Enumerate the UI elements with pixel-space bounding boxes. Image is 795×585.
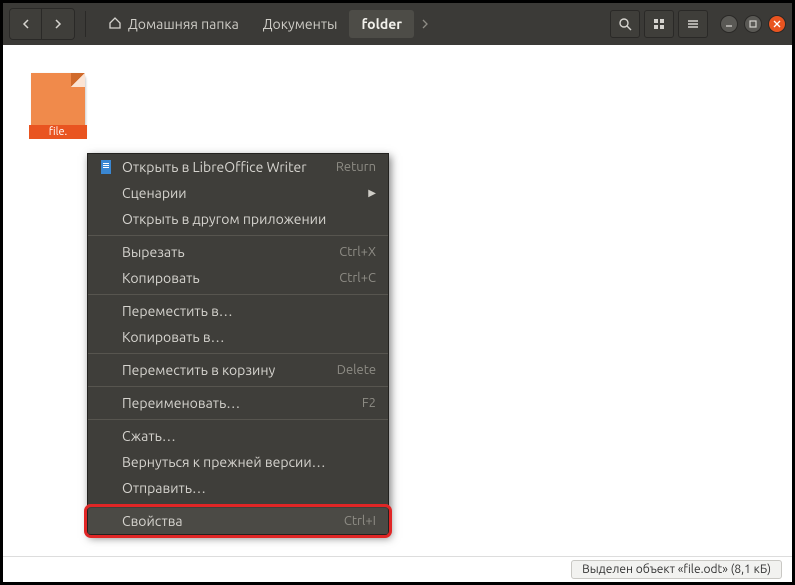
menu-label: Сценарии (122, 185, 368, 201)
right-tools (610, 10, 786, 38)
menu-open-other[interactable]: Открыть в другом приложении (88, 206, 388, 232)
menu-scenarios[interactable]: Сценарии ▶ (88, 180, 388, 206)
menu-accel: F2 (362, 396, 376, 410)
menu-label: Вернуться к прежней версии… (122, 454, 376, 470)
document-icon: file. (31, 73, 85, 135)
view-grid-button[interactable] (644, 10, 674, 38)
separator (85, 11, 86, 37)
menu-copy-to[interactable]: Копировать в… (88, 324, 388, 350)
close-button[interactable] (768, 15, 786, 33)
breadcrumb-home[interactable]: Домашняя папка (96, 10, 251, 39)
menu-separator (88, 386, 388, 387)
menu-revert[interactable]: Вернуться к прежней версии… (88, 449, 388, 475)
menu-label: Отправить… (122, 480, 376, 496)
menu-label: Открыть в другом приложении (122, 211, 376, 227)
menu-button[interactable] (678, 10, 708, 38)
menu-label: Вырезать (122, 244, 339, 260)
menu-label: Сжать… (122, 428, 376, 444)
search-button[interactable] (610, 10, 640, 38)
menu-label: Свойства (122, 513, 344, 529)
window-controls (720, 15, 786, 33)
menu-separator (88, 504, 388, 505)
home-icon (108, 16, 122, 33)
breadcrumb-folder[interactable]: folder (349, 10, 414, 38)
document-icon (98, 159, 114, 175)
breadcrumb: Домашняя папка Документы folder (96, 10, 606, 39)
menu-label: Переименовать… (122, 395, 362, 411)
breadcrumb-label: Домашняя папка (128, 16, 239, 32)
menu-accel: Return (336, 160, 376, 174)
breadcrumb-label: folder (361, 16, 402, 32)
menu-accel: Ctrl+X (339, 245, 376, 259)
menu-move-to[interactable]: Переместить в… (88, 298, 388, 324)
breadcrumb-docs[interactable]: Документы (251, 10, 350, 38)
maximize-button[interactable] (744, 15, 762, 33)
menu-trash[interactable]: Переместить в корзину Delete (88, 357, 388, 383)
context-menu: Открыть в LibreOffice Writer Return Сцен… (87, 153, 389, 535)
statusbar: Выделен объект «file.odt» (8,1 кБ) (3, 556, 792, 582)
menu-accel: Ctrl+C (339, 271, 376, 285)
menu-compress[interactable]: Сжать… (88, 423, 388, 449)
menu-label: Копировать (122, 270, 339, 286)
menu-accel: Delete (337, 363, 376, 377)
menu-separator (88, 353, 388, 354)
menu-label: Открыть в LibreOffice Writer (122, 159, 336, 175)
nav-group (9, 8, 75, 40)
menu-separator (88, 419, 388, 420)
menu-accel: Ctrl+I (344, 514, 376, 528)
menu-label: Копировать в… (122, 329, 376, 345)
content-area[interactable]: file. Открыть в LibreOffice Writer Retur… (3, 45, 792, 556)
file-item[interactable]: file. (31, 73, 85, 135)
menu-copy[interactable]: Копировать Ctrl+C (88, 265, 388, 291)
back-button[interactable] (10, 9, 42, 39)
forward-button[interactable] (42, 9, 74, 39)
breadcrumb-label: Документы (263, 16, 338, 32)
menu-separator (88, 294, 388, 295)
menu-separator (88, 235, 388, 236)
menu-label: Переместить в корзину (122, 362, 337, 378)
chevron-right-icon (414, 16, 436, 32)
status-text: Выделен объект «file.odt» (8,1 кБ) (571, 560, 782, 579)
minimize-button[interactable] (720, 15, 738, 33)
menu-properties[interactable]: Свойства Ctrl+I (88, 508, 388, 534)
toolbar: Домашняя папка Документы folder (3, 3, 792, 45)
file-label: file. (29, 125, 87, 139)
menu-open-with[interactable]: Открыть в LibreOffice Writer Return (88, 154, 388, 180)
submenu-arrow-icon: ▶ (368, 187, 376, 199)
menu-label: Переместить в… (122, 303, 376, 319)
menu-cut[interactable]: Вырезать Ctrl+X (88, 239, 388, 265)
menu-send[interactable]: Отправить… (88, 475, 388, 501)
menu-rename[interactable]: Переименовать… F2 (88, 390, 388, 416)
